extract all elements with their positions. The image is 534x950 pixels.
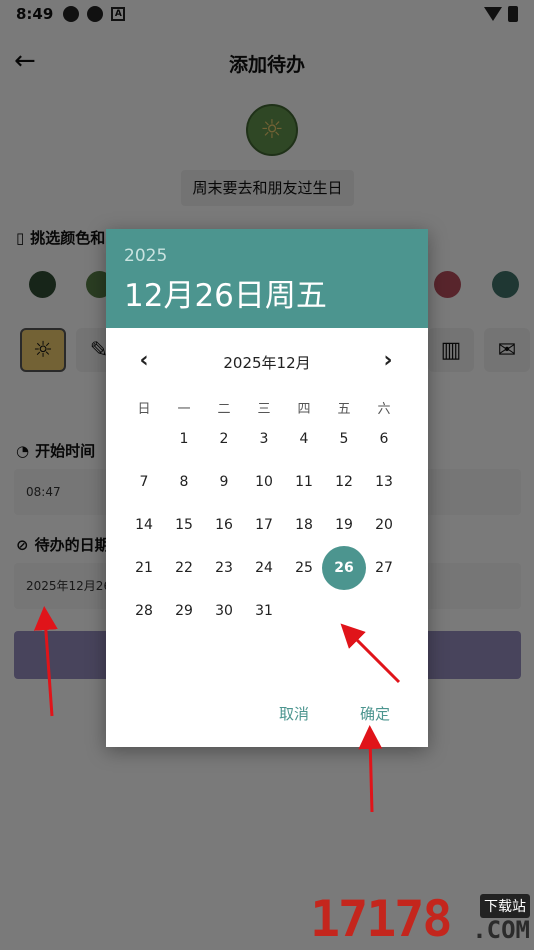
- watermark-number: 17178: [310, 890, 453, 948]
- watermark-site: 下载站: [480, 894, 530, 918]
- watermark-domain: .COM: [472, 916, 530, 944]
- site-watermark: 17178 下载站 .COM: [310, 890, 534, 950]
- annotation-arrows: [33, 606, 401, 813]
- annotation-arrow: [33, 606, 58, 717]
- annotation-arrow: [358, 725, 383, 813]
- annotation-arrow: [340, 623, 401, 684]
